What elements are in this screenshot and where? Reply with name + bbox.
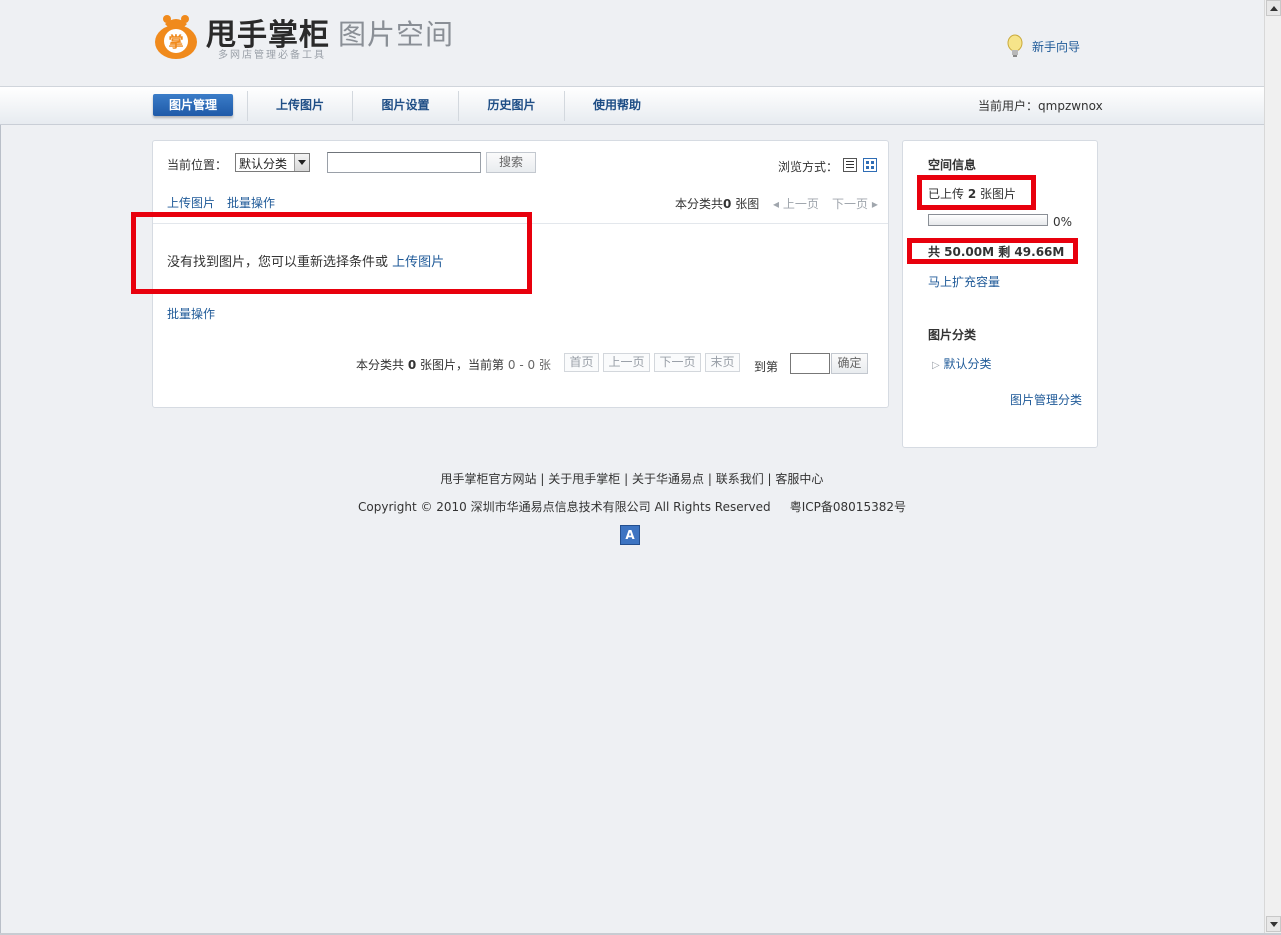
scroll-up-arrow-icon[interactable] — [1266, 0, 1281, 16]
prev-page-top[interactable]: ◂ 上一页 — [773, 195, 819, 212]
upload-image-link[interactable]: 上传图片 — [167, 194, 215, 211]
image-category-title: 图片分类 — [928, 328, 977, 342]
highlight-empty-message — [131, 212, 532, 294]
logo-tagline: 多网店管理必备工具 — [218, 50, 326, 61]
beginner-guide[interactable]: 新手向导 — [1006, 34, 1080, 58]
grid-view-icon[interactable] — [863, 158, 877, 172]
page-header: 掌 甩手掌柜 图片空间 多网店管理必备工具 新手向导 — [0, 0, 1264, 86]
lightbulb-icon — [1007, 34, 1023, 57]
category-count: 本分类共0 张图 — [675, 195, 759, 212]
current-user: 当前用户：qmpzwnox — [978, 97, 1103, 114]
pager-total-prefix: 本分类共 — [356, 358, 405, 372]
expand-capacity-link[interactable]: 马上扩充容量 — [928, 273, 1000, 290]
footer-link-official-site[interactable]: 甩手掌柜官方网站 — [441, 472, 537, 486]
footer-separator: | — [624, 472, 629, 486]
pager-total-suffix: 张图片，当前第 — [420, 358, 505, 372]
nav-tab-image-management[interactable]: 图片管理 — [153, 94, 233, 116]
footer-link-about-shuaishou[interactable]: 关于甩手掌柜 — [548, 472, 620, 486]
copyright-text: Copyright © 2010 深圳市华通易点信息技术有限公司 All Rig… — [358, 500, 771, 514]
footer-link-service[interactable]: 客服中心 — [775, 472, 823, 486]
highlight-uploaded-count — [917, 175, 1036, 210]
manage-category-link[interactable]: 图片管理分类 — [1010, 391, 1082, 408]
footer-links: 甩手掌柜官方网站 | 关于甩手掌柜 | 关于华通易点 | 联系我们 | 客服中心 — [0, 470, 1264, 487]
goto-page-input[interactable] — [790, 353, 830, 374]
logo-subtitle: 图片空间 — [338, 18, 455, 51]
space-usage-percent: 0% — [1053, 215, 1073, 229]
goto-label: 到第 — [754, 360, 779, 374]
nav-tab-history-images[interactable]: 历史图片 — [459, 94, 564, 116]
logo-money-bag-icon: 掌 — [155, 15, 197, 59]
icp-text: 粤ICP备08015382号 — [789, 500, 906, 514]
category-select-value: 默认分类 — [239, 157, 288, 171]
category-select[interactable]: 默认分类 — [235, 153, 310, 172]
next-page-top-label: 下一页 — [832, 197, 869, 211]
view-mode-label: 浏览方式： — [778, 160, 839, 174]
chevron-right-icon: ▸ — [871, 197, 878, 211]
pager-range: 0 - 0 张 — [507, 358, 551, 372]
footer-link-about-huatong[interactable]: 关于华通易点 — [632, 472, 704, 486]
location-label: 当前位置： — [167, 158, 228, 172]
current-user-label: 当前用户： — [978, 99, 1039, 113]
search-input[interactable] — [327, 152, 481, 173]
category-item-default[interactable]: ▷ 默认分类 — [932, 355, 992, 372]
footer-link-contact[interactable]: 联系我们 — [716, 472, 764, 486]
category-count-unit: 张图 — [735, 197, 760, 211]
footer-copyright: Copyright © 2010 深圳市华通易点信息技术有限公司 All Rig… — [0, 498, 1264, 515]
category-count-text: 本分类共 — [675, 197, 724, 211]
nav-tab-image-settings[interactable]: 图片设置 — [353, 94, 458, 116]
footer-separator: | — [540, 472, 545, 486]
logo-badge-char: 掌 — [168, 33, 183, 51]
chevron-down-icon — [294, 154, 309, 171]
chevron-left-icon: ◂ — [773, 197, 780, 211]
nav-tab-help[interactable]: 使用帮助 — [565, 94, 669, 116]
nav-tab-upload-image[interactable]: 上传图片 — [248, 94, 352, 116]
next-page-top[interactable]: 下一页 ▸ — [832, 195, 878, 212]
space-info-title: 空间信息 — [928, 158, 977, 172]
pager-total-value: 0 — [407, 358, 417, 372]
current-user-name: qmpzwnox — [1038, 99, 1103, 113]
next-page-button[interactable]: 下一页 — [654, 353, 701, 372]
prev-page-button[interactable]: 上一页 — [603, 353, 650, 372]
last-page-button[interactable]: 末页 — [705, 353, 740, 372]
batch-operation-link[interactable]: 批量操作 — [227, 194, 275, 211]
pager-summary: 本分类共 0 张图片，当前第 0 - 0 张 — [356, 356, 551, 373]
footer-separator: | — [767, 472, 772, 486]
search-button[interactable]: 搜索 — [486, 152, 536, 173]
list-view-icon[interactable] — [843, 158, 857, 172]
category-item-label[interactable]: 默认分类 — [944, 357, 992, 371]
prev-page-top-label: 上一页 — [782, 197, 819, 211]
highlight-capacity — [907, 238, 1078, 264]
window-border-left — [0, 0, 1, 935]
space-usage-bar — [928, 214, 1048, 226]
site-badge-icon[interactable]: A — [620, 525, 640, 545]
beginner-guide-link[interactable]: 新手向导 — [1032, 38, 1080, 55]
batch-operation-link-bottom[interactable]: 批量操作 — [167, 305, 215, 322]
vertical-scrollbar[interactable] — [1264, 0, 1281, 933]
main-nav: 图片管理 上传图片 图片设置 历史图片 使用帮助 当前用户：qmpzwnox — [0, 86, 1264, 125]
first-page-button[interactable]: 首页 — [564, 353, 599, 372]
scroll-down-arrow-icon[interactable] — [1266, 916, 1281, 932]
triangle-right-icon: ▷ — [932, 360, 940, 371]
footer-separator: | — [707, 472, 712, 486]
goto-confirm-button[interactable]: 确定 — [831, 353, 868, 374]
